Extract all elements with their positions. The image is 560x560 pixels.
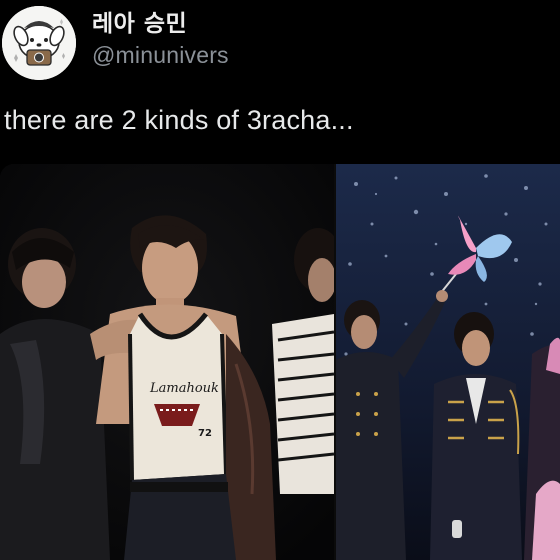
avatar[interactable] bbox=[2, 6, 76, 80]
tweet-header: 레아 승민 @minunivers bbox=[0, 0, 560, 92]
tweet-media[interactable]: Lamahouk 72 bbox=[0, 164, 560, 560]
photoshoot-illustration: Lamahouk 72 bbox=[0, 164, 334, 560]
concert-illustration bbox=[336, 164, 560, 560]
user-handle[interactable]: @minunivers bbox=[92, 42, 229, 69]
display-name[interactable]: 레아 승민 bbox=[92, 4, 187, 38]
tweet-text: there are 2 kinds of 3racha... bbox=[4, 105, 354, 135]
svg-text:Lamahouk: Lamahouk bbox=[149, 381, 219, 396]
photoshoot-image[interactable]: Lamahouk 72 bbox=[0, 164, 334, 560]
shirt-print-number: 72 bbox=[198, 428, 212, 439]
concert-stage-image[interactable] bbox=[336, 164, 560, 560]
tweet-card[interactable]: 레아 승민 @minunivers there are 2 kinds of 3… bbox=[0, 0, 560, 560]
cartoon-dog-avatar-icon bbox=[2, 6, 76, 80]
